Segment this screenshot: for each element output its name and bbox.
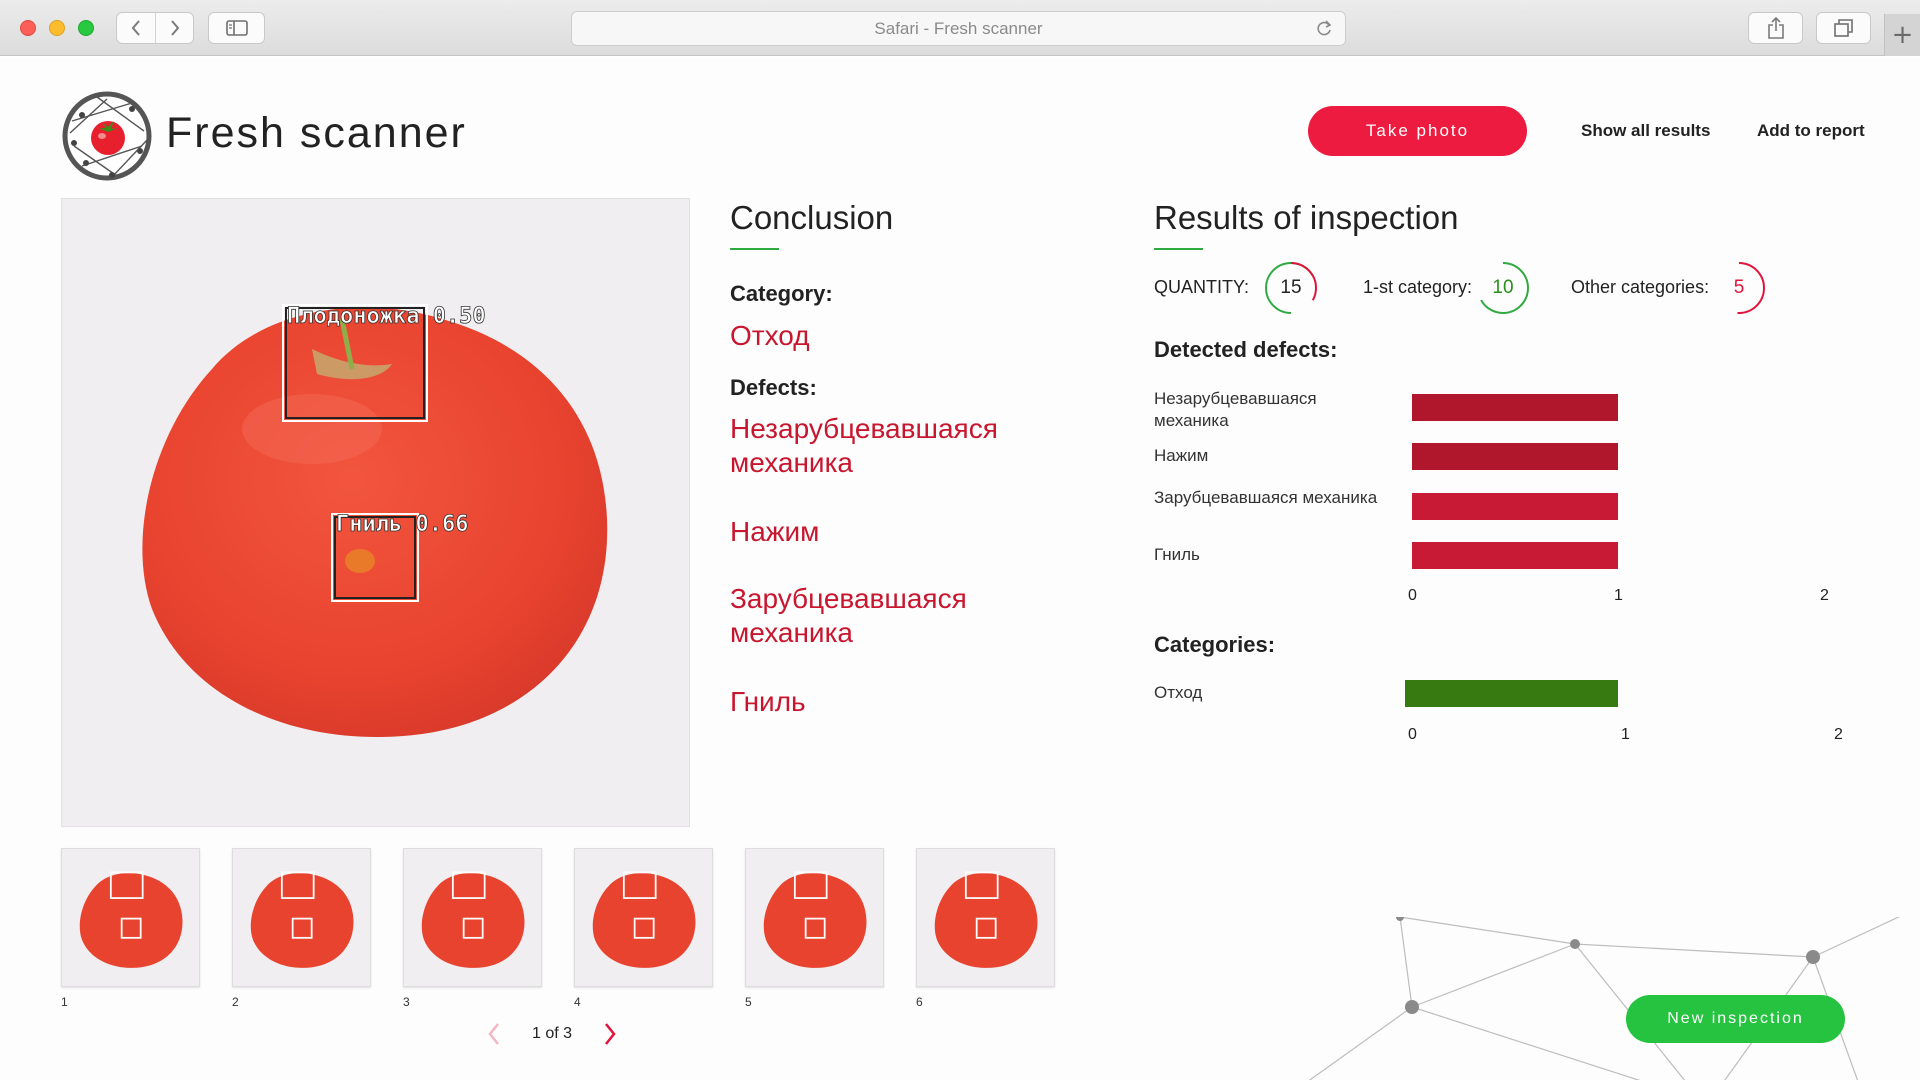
bar-label: Незарубцевавшаяся механика	[1154, 389, 1317, 430]
next-page-chevron-icon[interactable]	[603, 1022, 617, 1046]
brand-title: Fresh scanner	[166, 109, 467, 157]
thumbnail-pager: 1 of 3	[487, 1017, 617, 1051]
chevron-right-icon	[170, 20, 179, 36]
thumbnail-6[interactable]	[916, 848, 1055, 987]
new-inspection-button[interactable]: New inspection	[1626, 995, 1845, 1043]
thumbnail-tomato-image	[592, 871, 696, 968]
show-tabs-button[interactable]	[1816, 12, 1871, 44]
other-categories-label: Other categories:	[1571, 277, 1710, 297]
thumbnail-tomato-image	[421, 871, 525, 968]
tomato-logo-icon	[62, 91, 152, 181]
browser-titlebar: Safari - Fresh scanner +	[0, 0, 1920, 56]
axis-tick-label: 2	[1834, 726, 1843, 743]
defect-item: Нажим	[730, 516, 820, 547]
detection-label-stem: Плодоножка 0.50	[287, 304, 486, 329]
sidebar-toggle-button[interactable]	[208, 12, 265, 44]
bar-label: Нажим	[1154, 446, 1209, 465]
take-photo-button[interactable]: Take photo	[1308, 106, 1527, 156]
share-icon	[1767, 17, 1784, 39]
address-bar-text: Safari - Fresh scanner	[874, 18, 1043, 38]
category-value: Отход	[730, 320, 810, 351]
share-button[interactable]	[1748, 12, 1803, 44]
thumbnail-tomato-image	[934, 871, 1038, 968]
bar-3	[1412, 493, 1618, 520]
tabs-icon	[1833, 19, 1853, 37]
show-all-results-link[interactable]: Show all results	[1581, 121, 1710, 141]
axis-tick-label: 0	[1408, 587, 1417, 604]
close-window-button[interactable]	[20, 20, 36, 36]
thumbnail-tomato-image	[79, 871, 183, 968]
page: Fresh scanner Take photo Show all result…	[0, 57, 1920, 1080]
inspection-image: Плодоножка 0.50 Гниль 0.66	[61, 198, 690, 827]
first-category-label: 1-st category:	[1363, 277, 1473, 297]
defect-item: Зарубцевавшаяся механика	[730, 583, 967, 648]
results-underline	[1154, 248, 1203, 250]
axis-tick-label: 0	[1408, 726, 1417, 743]
prev-page-chevron-icon[interactable]	[487, 1022, 501, 1046]
history-nav	[116, 12, 194, 44]
first-category-badge: 10	[1476, 261, 1530, 315]
pager-text: 1 of 3	[531, 1025, 573, 1042]
results-title: Results of inspection	[1154, 199, 1459, 236]
thumbnail-number: 5	[745, 995, 752, 1009]
thumbnail-number: 2	[232, 995, 239, 1009]
reload-icon[interactable]	[1315, 20, 1333, 38]
category-label: Category:	[730, 281, 833, 306]
back-button[interactable]	[117, 13, 155, 43]
other-categories-value: 5	[1733, 277, 1745, 298]
other-categories-badge: 5	[1712, 261, 1766, 315]
bar-1	[1412, 394, 1618, 421]
minimize-window-button[interactable]	[49, 20, 65, 36]
new-tab-button[interactable]: +	[1884, 14, 1920, 56]
bar-label: Гниль	[1154, 545, 1200, 564]
bar-label: Отход	[1154, 683, 1203, 702]
plus-icon: +	[1891, 20, 1914, 50]
tomato-photo: Плодоножка 0.50 Гниль 0.66	[142, 304, 608, 738]
thumbnail-1[interactable]	[61, 848, 200, 987]
conclusion-title: Conclusion	[730, 199, 894, 236]
thumbnail-number: 4	[574, 995, 581, 1009]
address-bar[interactable]: Safari - Fresh scanner	[571, 11, 1346, 46]
chevron-left-icon	[131, 20, 140, 36]
bar-label: Зарубцевавшаяся механика	[1154, 488, 1378, 507]
forward-button[interactable]	[155, 13, 193, 43]
thumbnail-number: 1	[61, 995, 68, 1009]
thumbnail-3[interactable]	[403, 848, 542, 987]
quantity-label: QUANTITY:	[1154, 277, 1250, 297]
categories-label: Categories:	[1154, 632, 1276, 657]
first-category-value: 10	[1492, 277, 1514, 298]
thumbnail-5[interactable]	[745, 848, 884, 987]
conclusion-underline	[730, 248, 779, 250]
add-to-report-link[interactable]: Add to report	[1757, 121, 1865, 141]
bar-4	[1412, 542, 1618, 569]
thumbnail-number: 6	[916, 995, 923, 1009]
bar-1	[1405, 680, 1618, 707]
axis-tick-label: 2	[1820, 587, 1829, 604]
zoom-window-button[interactable]	[78, 20, 94, 36]
thumbnail-tomato-image	[763, 871, 867, 968]
quantity-value: 15	[1280, 277, 1302, 298]
axis-tick-label: 1	[1621, 726, 1630, 743]
thumbnail-number: 3	[403, 995, 410, 1009]
thumbnail-2[interactable]	[232, 848, 371, 987]
detection-label-rot: Гниль 0.66	[336, 512, 468, 537]
defect-item: Гниль	[730, 686, 806, 717]
defect-item: Незарубцевавшаяся механика	[730, 413, 998, 478]
detected-defects-label: Detected defects:	[1154, 337, 1338, 362]
defects-label: Defects:	[730, 375, 817, 400]
quantity-badge: 15	[1264, 261, 1318, 315]
thumbnail-4[interactable]	[574, 848, 713, 987]
thumbnail-tomato-image	[250, 871, 354, 968]
sidebar-icon	[225, 20, 248, 36]
bar-2	[1412, 443, 1618, 470]
axis-tick-label: 1	[1614, 587, 1623, 604]
